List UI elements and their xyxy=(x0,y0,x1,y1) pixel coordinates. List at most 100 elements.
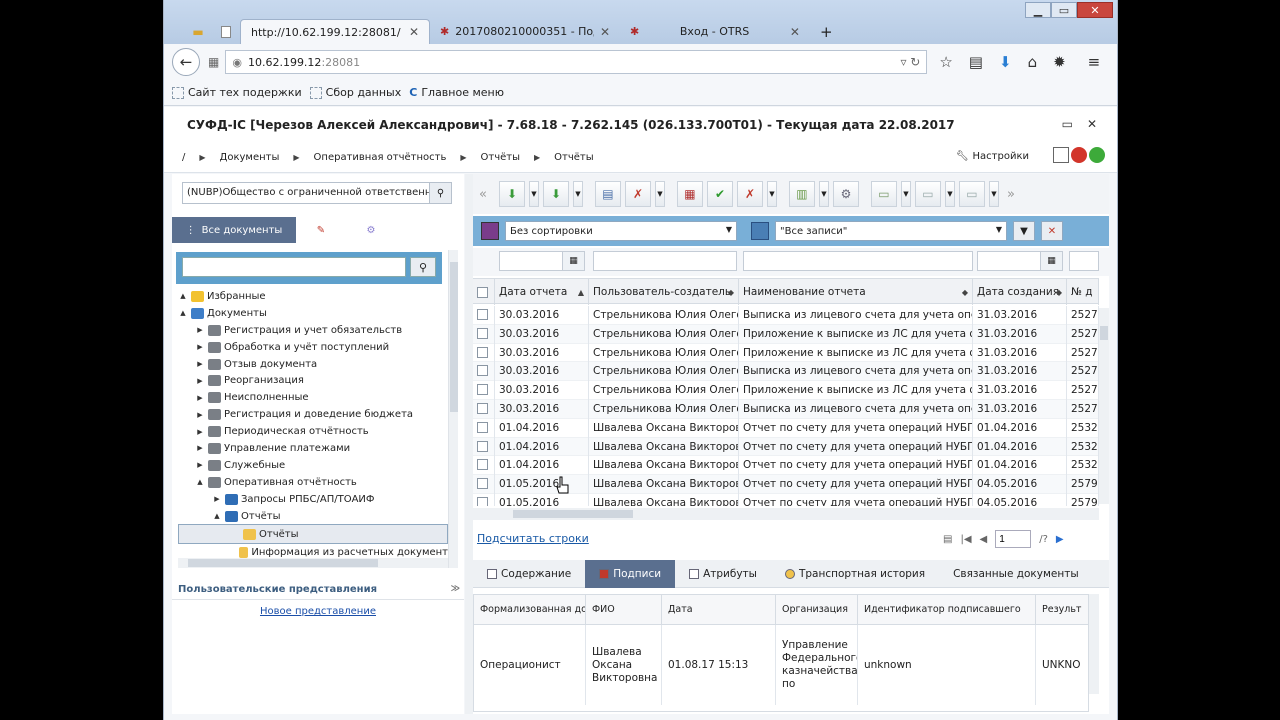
table-row[interactable]: 30.03.2016 Стрельникова Юлия Олегов Выписк… xyxy=(473,362,1099,382)
table-row[interactable]: 30.03.2016 Стрельникова Юлия Олегов Выписк… xyxy=(473,306,1099,325)
column-number[interactable]: № д xyxy=(1067,279,1099,305)
tree-horizontal-scrollbar[interactable] xyxy=(178,558,448,568)
reload-icon[interactable]: ▿ ↻ xyxy=(900,55,920,69)
home-icon[interactable]: ⌂ xyxy=(1028,53,1038,71)
table-row[interactable]: 01.04.2016 Швалева Оксана Викторовн Отчет … xyxy=(473,418,1099,438)
search-icon[interactable]: ⚲ xyxy=(429,183,451,203)
row-checkbox[interactable] xyxy=(473,381,495,400)
first-page-icon[interactable]: |◀ xyxy=(960,534,971,545)
row-checkbox[interactable] xyxy=(473,437,495,457)
collapse-icon[interactable]: ≫ xyxy=(451,584,460,594)
collapsed-arrow-icon[interactable]: ▶ xyxy=(195,377,205,385)
tab-related-documents[interactable]: Связанные документы xyxy=(939,560,1093,588)
column-report-date[interactable]: Дата отчета ▲ xyxy=(495,279,589,305)
count-rows-link[interactable]: Подсчитать строки xyxy=(477,532,589,545)
minimize-button[interactable]: ▁ xyxy=(1025,2,1051,18)
tree-item[interactable]: ▶ Управление платежами xyxy=(178,440,448,457)
copy-window-icon[interactable] xyxy=(1053,147,1069,163)
sig-col-organization[interactable]: Организация xyxy=(776,595,858,625)
bookmark-main-menu[interactable]: C Главное меню xyxy=(409,86,504,99)
breadcrumb-operational-reporting[interactable]: Оперативная отчётность xyxy=(314,152,447,163)
tools-button[interactable]: ⚙ xyxy=(832,181,859,207)
import-button[interactable]: ⬇ xyxy=(498,181,525,207)
table-horizontal-scrollbar[interactable] xyxy=(473,508,1099,520)
sig-col-signer-id[interactable]: Идентификатор подписавшего xyxy=(858,595,1036,625)
sign-button[interactable]: ▦ xyxy=(676,181,703,207)
tree-item[interactable]: ▶ Неисполненные xyxy=(178,389,448,406)
bookmark-data-collection[interactable]: Сбор данных xyxy=(309,86,401,99)
sig-col-position[interactable]: Формализованная долж xyxy=(474,595,586,625)
expand-right-icon[interactable]: » xyxy=(1007,187,1015,202)
settings-button[interactable]: 🔧︎ Настройки xyxy=(956,151,1029,162)
url-bar[interactable]: ◉ 10.62.199.12:28081 ▿ ↻ xyxy=(225,50,928,74)
organization-field[interactable]: (NUBP)Общество с ограниченной ответствен… xyxy=(182,182,452,204)
expanded-arrow-icon[interactable]: ▲ xyxy=(212,512,222,520)
sort-select[interactable]: Без сортировки ▼ xyxy=(505,221,737,241)
view-document-button[interactable]: ▤ xyxy=(594,181,621,207)
tree-vertical-scrollbar[interactable] xyxy=(448,250,458,568)
breadcrumb-documents[interactable]: Документы xyxy=(220,152,280,163)
breadcrumb-reports-current[interactable]: Отчёты xyxy=(554,152,593,163)
column-report-name[interactable]: Наименование отчета ◆ xyxy=(739,279,973,305)
remove-signature-button[interactable]: ✗ xyxy=(736,181,763,207)
tab-pinned-folder[interactable]: ▬ xyxy=(184,19,212,44)
row-checkbox[interactable] xyxy=(473,343,495,363)
create-report-button[interactable]: ▥ xyxy=(788,181,815,207)
delete-dropdown[interactable]: ▼ xyxy=(654,181,665,207)
bookmark-support[interactable]: Сайт тех подержки xyxy=(172,86,302,99)
tab-otrs-login[interactable]: ✱ Вход - OTRS ✕ xyxy=(620,19,810,44)
search-icon[interactable]: ⚲ xyxy=(410,257,436,277)
archive-dropdown[interactable]: ▼ xyxy=(944,181,955,207)
tree-item[interactable]: ▶ Служебные xyxy=(178,457,448,474)
tab-attributes[interactable]: Атрибуты xyxy=(675,560,771,588)
clear-filter-button[interactable]: ✕ xyxy=(1041,221,1063,241)
expanded-arrow-icon[interactable]: ▲ xyxy=(195,478,205,486)
page-input[interactable] xyxy=(995,530,1032,548)
close-tab-icon[interactable]: ✕ xyxy=(600,25,610,39)
tree-item[interactable]: ▶ Регистрация и учет обязательств xyxy=(178,322,448,339)
table-vertical-scrollbar[interactable] xyxy=(1099,308,1109,504)
column-created-date[interactable]: Дата создания ◆ xyxy=(973,279,1067,305)
refresh-green-icon[interactable] xyxy=(1089,147,1105,163)
tree-item[interactable]: ▶ Запросы РПБС/АП/ТОАИФ xyxy=(178,491,448,508)
collapsed-arrow-icon[interactable]: ▶ xyxy=(195,428,205,436)
tree-search-input[interactable] xyxy=(182,257,406,277)
restore-panel-icon[interactable]: ▭ xyxy=(1062,117,1073,131)
prev-page-icon[interactable]: ◀ xyxy=(980,534,988,545)
print-dropdown[interactable]: ▼ xyxy=(988,181,999,207)
filter-report-name[interactable] xyxy=(743,251,973,271)
close-window-button[interactable]: ✕ xyxy=(1077,2,1113,18)
send-button[interactable]: ▭ xyxy=(870,181,897,207)
tree-item[interactable]: ▶ Обработка и учёт поступлений xyxy=(178,339,448,356)
tree-item[interactable]: ▶ Периодическая отчётность xyxy=(178,423,448,440)
row-checkbox[interactable] xyxy=(473,418,495,438)
tab-contents[interactable]: Содержание xyxy=(473,560,585,588)
new-tab-button[interactable]: + xyxy=(810,19,843,44)
collapsed-arrow-icon[interactable]: ▶ xyxy=(195,461,205,469)
extensions-gear-icon[interactable]: ✹ xyxy=(1053,53,1066,71)
tab-server[interactable]: http://10.62.199.12:28081/ ✕ xyxy=(240,19,430,44)
table-row[interactable]: 01.04.2016 Швалева Оксана Викторовн Отчет … xyxy=(473,456,1099,476)
tab-signatures[interactable]: Подписи xyxy=(585,560,676,588)
panel-splitter[interactable] xyxy=(465,174,473,714)
sig-col-name[interactable]: ФИО xyxy=(586,595,662,625)
tree-item[interactable]: ▲ Избранные xyxy=(178,288,448,305)
back-button[interactable]: ← xyxy=(172,48,200,76)
page-size-icon[interactable]: ▤ xyxy=(943,534,952,545)
collapsed-arrow-icon[interactable]: ▶ xyxy=(195,394,205,402)
reading-list-icon[interactable]: ▤ xyxy=(969,53,983,71)
tab-edit[interactable]: ✎ xyxy=(296,217,346,243)
menu-icon[interactable]: ≡ xyxy=(1088,53,1101,71)
collapsed-arrow-icon[interactable]: ▶ xyxy=(212,495,222,503)
tab-pinned-blank[interactable] xyxy=(212,19,240,44)
expanded-arrow-icon[interactable]: ▲ xyxy=(178,292,188,300)
new-view-link[interactable]: Новое представление xyxy=(172,606,464,617)
verify-signature-button[interactable]: ✔ xyxy=(706,181,733,207)
sig-col-result[interactable]: Результ xyxy=(1036,595,1088,625)
expanded-arrow-icon[interactable]: ▲ xyxy=(178,309,188,317)
tree-item[interactable]: ▲ Отчёты xyxy=(178,508,448,525)
filter-number[interactable] xyxy=(1069,251,1099,271)
row-checkbox[interactable] xyxy=(473,306,495,325)
tree-item[interactable]: ▶ Отзыв документа xyxy=(178,356,448,373)
row-checkbox[interactable] xyxy=(473,324,495,344)
